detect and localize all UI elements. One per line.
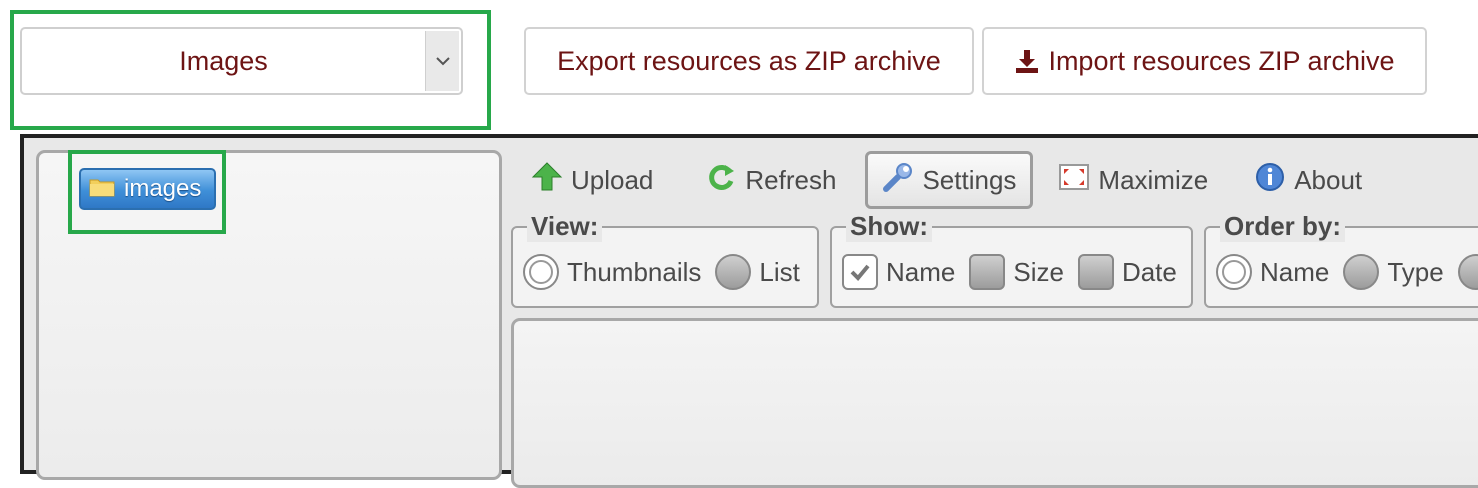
maximize-label: Maximize [1098,164,1209,195]
info-icon [1254,161,1286,200]
about-button[interactable]: About [1237,151,1379,209]
view-option-label: List [759,256,800,287]
view-option-label: Thumbnails [567,256,702,287]
files-panel [511,318,1478,488]
download-icon [1014,48,1040,74]
show-option-label: Size [1013,256,1064,287]
show-fieldset: Show: Name Size Date [830,211,1193,308]
maximize-icon [1058,161,1090,200]
settings-button[interactable]: Settings [865,151,1034,209]
show-option-date[interactable]: Date [1077,254,1177,290]
order-by-legend: Order by: [1220,211,1346,242]
resource-type-value: Images [179,45,268,76]
refresh-button[interactable]: Refresh [688,151,853,209]
chevron-down-icon[interactable] [425,31,459,91]
show-option-name[interactable]: Name [842,254,955,290]
browser-toolbar: Upload Refresh Settings Maximize About [514,150,1379,210]
order-option-more[interactable] [1457,254,1478,290]
view-legend: View: [527,211,603,242]
wrench-icon [882,161,914,200]
order-option-label: Type [1387,256,1444,287]
show-option-label: Date [1121,256,1177,287]
radio-order-type[interactable] [1343,254,1380,290]
order-option-type[interactable]: Type [1343,254,1444,290]
show-option-size[interactable]: Size [969,254,1064,290]
radio-order-name[interactable] [1216,254,1252,290]
checkbox-date[interactable] [1077,254,1114,290]
view-option-list[interactable]: List [715,254,800,290]
checkbox-name[interactable] [842,254,878,290]
radio-thumbnails[interactable] [523,254,559,290]
view-fieldset: View: Thumbnails List [511,211,819,308]
file-browser: images Upload Refresh Settings Maximize … [20,134,1478,488]
folder-icon [89,177,115,202]
order-by-fieldset: Order by: Name Type [1204,211,1478,308]
tree-folder-images[interactable]: images [79,168,216,210]
maximize-button[interactable]: Maximize [1041,151,1225,209]
settings-label: Settings [922,164,1017,195]
tree-folder-label: images [124,175,202,202]
upload-button[interactable]: Upload [514,151,670,209]
radio-list[interactable] [715,254,752,290]
resource-type-select[interactable]: Images [20,27,463,95]
import-zip-label: Import resources ZIP archive [1048,45,1395,76]
view-option-thumbnails[interactable]: Thumbnails [523,254,701,290]
show-legend: Show: [846,211,932,242]
show-option-label: Name [886,256,956,287]
about-label: About [1294,164,1363,195]
order-option-name[interactable]: Name [1216,254,1329,290]
folder-tree-panel: images [36,150,502,480]
upload-icon [531,161,563,200]
check-icon [850,264,870,281]
order-option-label: Name [1260,256,1330,287]
refresh-icon [705,161,737,200]
export-zip-button[interactable]: Export resources as ZIP archive [524,27,974,95]
export-zip-label: Export resources as ZIP archive [557,45,941,76]
import-zip-button[interactable]: Import resources ZIP archive [982,27,1427,95]
checkbox-size[interactable] [969,254,1006,290]
upload-label: Upload [571,164,654,195]
refresh-label: Refresh [745,164,837,195]
radio-order-more[interactable] [1457,254,1478,290]
